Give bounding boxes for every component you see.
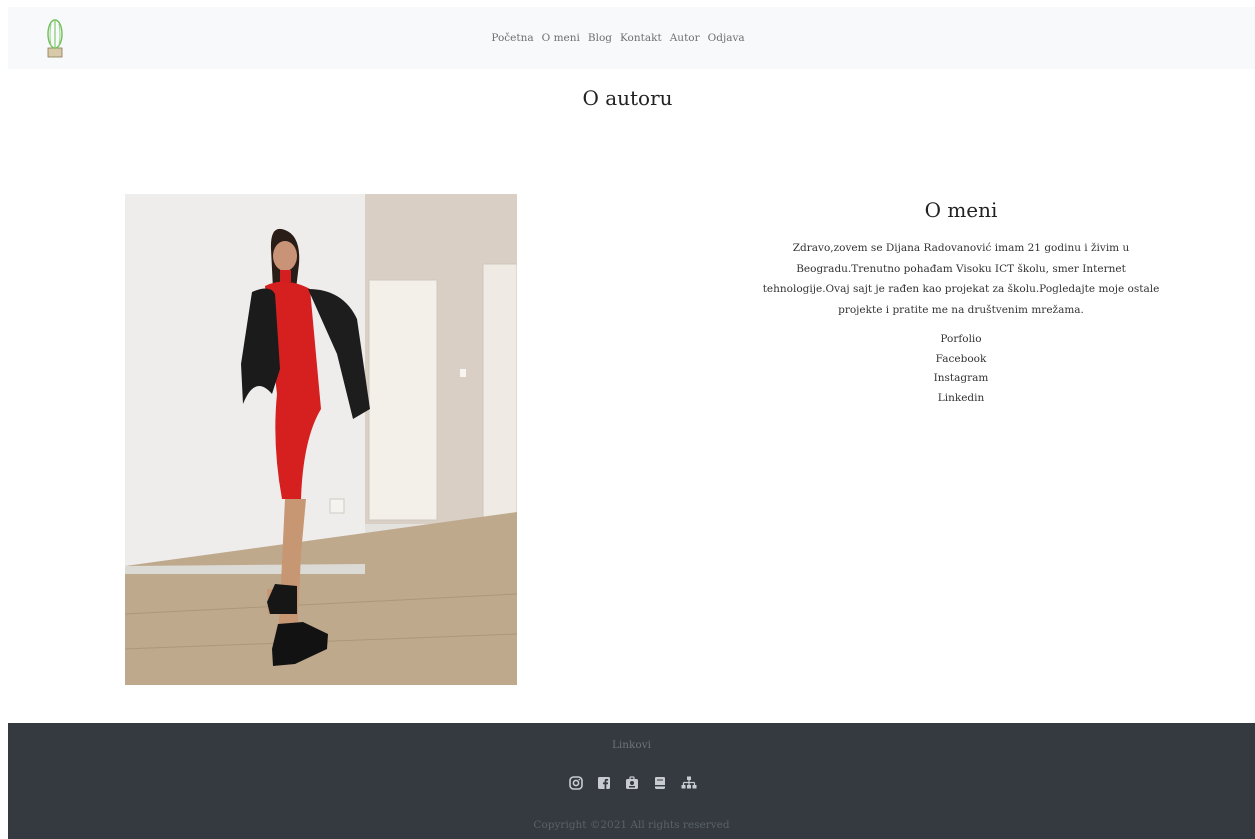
nav-link-autor[interactable]: Autor	[670, 32, 700, 44]
link-linkedin[interactable]: Linkedin	[760, 389, 1162, 409]
page-title: O autoru	[582, 86, 673, 110]
about-section: O meni Zdravo,zovem se Dijana Radovanovi…	[760, 198, 1162, 408]
footer-title: Linkovi	[611, 739, 652, 751]
link-portfolio[interactable]: Porfolio	[760, 330, 1162, 350]
footer: Linkovi Copyright ©2021 All rights reser…	[8, 723, 1255, 839]
nav-link-pocetna[interactable]: Početna	[491, 32, 533, 44]
about-heading: O meni	[924, 198, 998, 222]
nav-link-o-meni[interactable]: O meni	[542, 32, 580, 44]
facebook-icon[interactable]	[597, 775, 611, 789]
sitemap-icon[interactable]	[681, 775, 696, 789]
navbar: Početna O meni Blog Kontakt Autor Odjava	[8, 7, 1255, 69]
about-text: Zdravo,zovem se Dijana Radovanović imam …	[762, 242, 1160, 316]
portfolio-icon[interactable]	[625, 775, 639, 789]
copyright-text: Copyright ©2021 All rights reserved	[533, 819, 730, 831]
document-icon[interactable]	[653, 775, 667, 789]
footer-icons	[8, 775, 1255, 790]
link-facebook[interactable]: Facebook	[760, 350, 1162, 370]
instagram-icon[interactable]	[568, 775, 583, 790]
main-nav: Početna O meni Blog Kontakt Autor Odjava	[8, 7, 1228, 69]
social-links-list: Porfolio Facebook Instagram Linkedin	[760, 330, 1162, 408]
author-photo	[125, 194, 517, 685]
nav-link-kontakt[interactable]: Kontakt	[620, 32, 662, 44]
nav-link-blog[interactable]: Blog	[588, 32, 612, 44]
link-instagram[interactable]: Instagram	[760, 369, 1162, 389]
nav-link-odjava[interactable]: Odjava	[708, 32, 745, 44]
